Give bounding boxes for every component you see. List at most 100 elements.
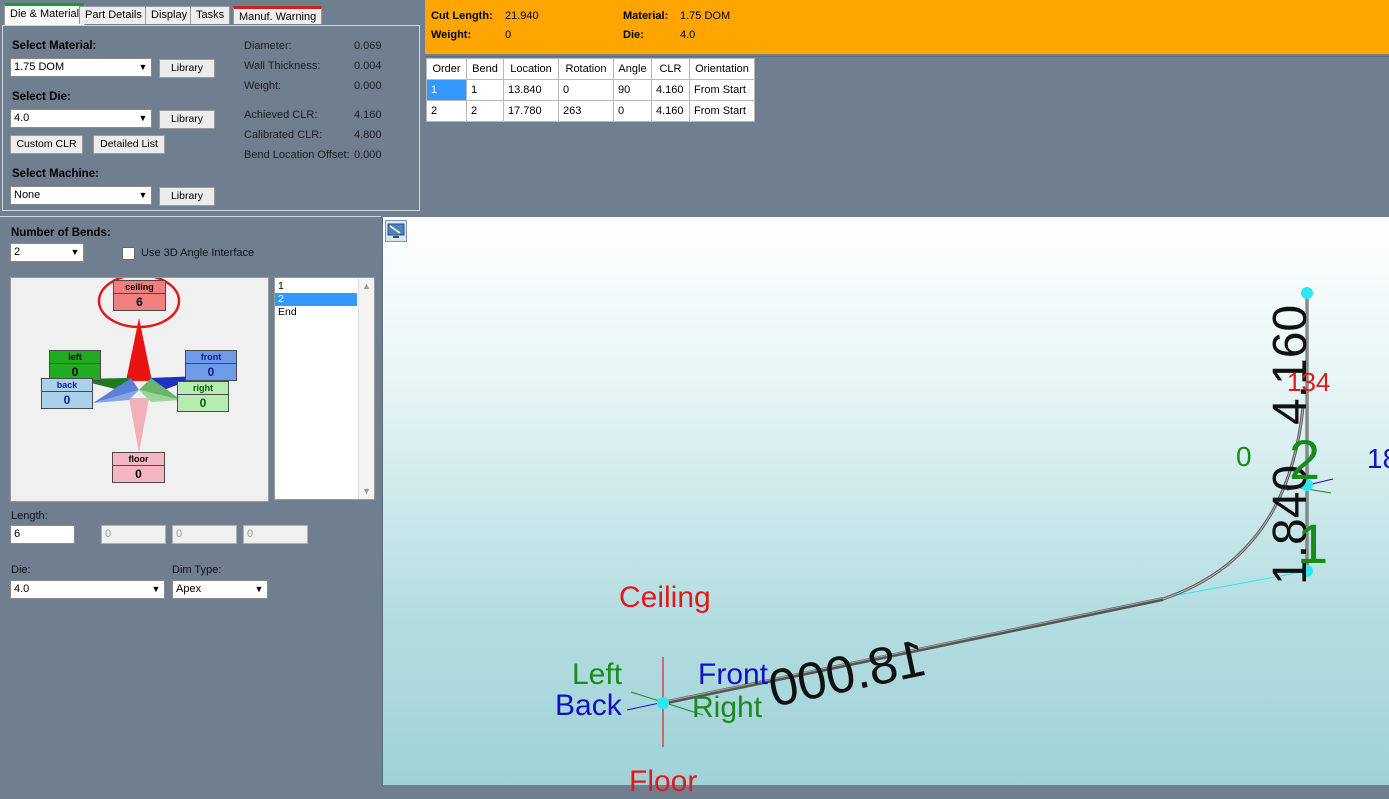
tab-strip: Die & Material Part Details Display Task… — [0, 0, 424, 25]
material-library-button[interactable]: Library — [159, 59, 215, 78]
table-row[interactable]: 2 2 17.780 263 0 4.160 From Start — [426, 100, 755, 122]
number-of-bends-label: Number of Bends: — [11, 227, 111, 239]
table-cell[interactable]: 0 — [613, 100, 652, 122]
use-3d-angle-checkbox[interactable] — [122, 247, 135, 260]
die-library-button[interactable]: Library — [159, 110, 215, 129]
machine-library-button[interactable]: Library — [159, 187, 215, 206]
disabled-field: 0 — [243, 525, 308, 544]
custom-clr-button[interactable]: Custom CLR — [10, 135, 83, 154]
table-cell[interactable]: 1 — [466, 79, 504, 101]
die-select[interactable]: 4.0 ▼ — [10, 109, 152, 128]
column-header[interactable]: CLR — [651, 58, 690, 80]
die-info-value: 4.0 — [680, 29, 696, 41]
machine-select[interactable]: None ▼ — [10, 186, 152, 205]
disabled-field: 0 — [101, 525, 166, 544]
right-direction-box[interactable]: right 0 — [177, 381, 229, 412]
cut-length-value: 21.940 — [505, 10, 539, 22]
material-select[interactable]: 1.75 DOM ▼ — [10, 58, 152, 77]
left-direction-box[interactable]: left 0 — [49, 350, 101, 381]
machine-select-value: None — [14, 189, 41, 201]
die-material-panel: Select Material: 1.75 DOM ▼ Library Sele… — [2, 25, 420, 211]
bend-list[interactable]: 1 2 End ▲ ▼ — [274, 277, 375, 500]
column-header[interactable]: Angle — [613, 58, 652, 80]
table-cell[interactable]: 13.840 — [503, 79, 559, 101]
view-label-floor: Floor — [629, 765, 698, 798]
bend-table-area: Order Bend Location Rotation Angle CLR O… — [425, 56, 1389, 214]
list-item[interactable]: 2 — [275, 293, 357, 306]
column-header[interactable]: Orientation — [689, 58, 755, 80]
view-label-back: Back — [555, 689, 622, 722]
dimension-text: 4.160 — [1264, 304, 1317, 425]
table-cell[interactable]: 2 — [466, 100, 504, 122]
tab-part-details[interactable]: Part Details — [79, 6, 148, 24]
bend-number-label: 2 — [1289, 428, 1321, 491]
material-info-value: 1.75 DOM — [680, 10, 731, 22]
column-header[interactable]: Order — [426, 58, 467, 80]
back-direction-label: back — [42, 379, 92, 392]
chevron-up-icon[interactable]: ▲ — [359, 281, 374, 291]
ceiling-direction-value: 6 — [136, 295, 143, 309]
back-direction-box[interactable]: back 0 — [41, 378, 93, 409]
table-cell[interactable]: 263 — [558, 100, 614, 122]
chevron-down-icon: ▼ — [138, 190, 148, 200]
side-angle-label: 0 — [1236, 441, 1252, 472]
table-cell[interactable]: From Start — [689, 79, 755, 101]
chevron-down-icon: ▼ — [151, 584, 161, 594]
table-cell[interactable]: 17.780 — [503, 100, 559, 122]
number-of-bends-select[interactable]: 2 ▼ — [10, 243, 84, 262]
length-label: Length: — [11, 510, 48, 522]
dim-type-select[interactable]: Apex ▼ — [172, 580, 268, 599]
table-cell[interactable]: 4.160 — [651, 100, 690, 122]
bend-table-header-row: Order Bend Location Rotation Angle CLR O… — [426, 58, 755, 80]
tab-display[interactable]: Display — [145, 6, 194, 24]
tab-tasks[interactable]: Tasks — [190, 6, 231, 24]
angle-direction-widget[interactable]: ceiling 6 left 0 front 0 back 0 right 0 … — [10, 277, 269, 502]
column-header[interactable]: Bend — [466, 58, 504, 80]
die-info-label: Die: — [623, 29, 644, 41]
list-scrollbar[interactable]: ▲ ▼ — [358, 278, 374, 499]
front-direction-box[interactable]: front 0 — [185, 350, 237, 381]
floor-direction-value: 0 — [135, 467, 142, 481]
tab-manuf-warning[interactable]: Manuf. Warning — [233, 6, 323, 24]
table-cell[interactable]: From Start — [689, 100, 755, 122]
column-header[interactable]: Location — [503, 58, 559, 80]
material-select-value: 1.75 DOM — [14, 61, 65, 73]
bend-die-select[interactable]: 4.0 ▼ — [10, 580, 165, 599]
left-direction-label: left — [50, 351, 100, 364]
die-select-value: 4.0 — [14, 112, 30, 124]
floor-direction-label: floor — [113, 453, 164, 466]
bend-location-offset-label: Bend Location Offset: — [244, 149, 350, 161]
dim-type-label: Dim Type: — [172, 564, 222, 576]
table-cell[interactable]: 90 — [613, 79, 652, 101]
detailed-list-button[interactable]: Detailed List — [93, 135, 165, 154]
ceiling-direction-box[interactable]: ceiling 6 — [113, 280, 166, 311]
column-header[interactable]: Rotation — [558, 58, 614, 80]
wall-thickness-label: Wall Thickness: — [244, 60, 321, 72]
cut-length-label: Cut Length: — [431, 10, 493, 22]
view-label-right: Right — [692, 691, 763, 724]
ceiling-direction-label: ceiling — [114, 281, 165, 294]
length-input[interactable]: 6 — [10, 525, 75, 544]
table-cell[interactable]: 2 — [426, 100, 467, 122]
bend-table: Order Bend Location Rotation Angle CLR O… — [426, 58, 755, 122]
achieved-clr-value: 4.160 — [354, 109, 382, 121]
chevron-down-icon: ▼ — [70, 247, 80, 257]
floor-direction-box[interactable]: floor 0 — [112, 452, 165, 483]
weight-label: Weight: — [244, 80, 282, 92]
tab-die-material[interactable]: Die & Material — [4, 3, 86, 25]
achieved-clr-label: Achieved CLR: — [244, 109, 318, 121]
weight-info-label: Weight: — [431, 29, 472, 41]
weight-value: 0.000 — [354, 80, 382, 92]
table-cell[interactable]: 4.160 — [651, 79, 690, 101]
table-row[interactable]: 1 1 13.840 0 90 4.160 From Start — [426, 79, 755, 101]
select-machine-label: Select Machine: — [12, 168, 99, 180]
tube-3d-viewport[interactable]: Ceiling Floor Left Back Front Right 18.0… — [382, 217, 1389, 798]
diameter-label: Diameter: — [244, 40, 292, 52]
right-direction-label: right — [178, 382, 228, 395]
bend-number-label: 1 — [1297, 512, 1329, 575]
material-info-label: Material: — [623, 10, 669, 22]
disabled-field: 0 — [172, 525, 237, 544]
table-cell[interactable]: 1 — [426, 79, 467, 101]
table-cell[interactable]: 0 — [558, 79, 614, 101]
chevron-down-icon[interactable]: ▼ — [359, 486, 374, 496]
